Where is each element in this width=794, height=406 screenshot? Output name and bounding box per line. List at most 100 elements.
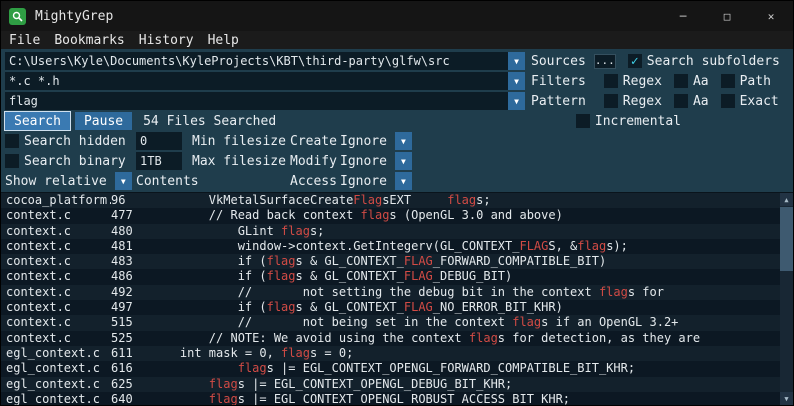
search-mode-dropdown[interactable]: Contents	[136, 174, 186, 189]
match-highlight: flag	[267, 300, 296, 314]
window-controls: ─ □ ✕	[661, 1, 793, 31]
modify-filter-dropdown[interactable]: Ignore ▼	[340, 152, 789, 170]
match-highlight: FLAG	[404, 269, 433, 283]
minimize-button[interactable]: ─	[661, 1, 705, 31]
result-code: window->context.GetIntegerv(GL_CONTEXT_F…	[151, 239, 793, 254]
menu-file[interactable]: File	[9, 33, 40, 48]
result-file: egl_context.c	[1, 377, 111, 392]
result-row[interactable]: egl_context.c611 int mask = 0, flags = 0…	[1, 346, 793, 361]
scroll-down-button[interactable]: ▼	[780, 392, 793, 405]
files-searched-status: 54 Files Searched	[143, 114, 276, 129]
pattern-row: ▼ Pattern Regex Aa Exact	[5, 92, 789, 110]
filters-regex-checkbox[interactable]	[604, 74, 618, 88]
menu-bar: File Bookmarks History Help	[1, 31, 793, 49]
match-highlight: flag	[512, 315, 541, 329]
result-line-number: 497	[111, 300, 151, 315]
result-file: context.c	[1, 254, 111, 269]
result-row[interactable]: context.c486 if (flags & GL_CONTEXT_FLAG…	[1, 269, 793, 284]
result-row[interactable]: egl_context.c625 flags |= EGL_CONTEXT_OP…	[1, 377, 793, 392]
path-display-dropdown-arrow-icon[interactable]: ▼	[115, 172, 132, 190]
filters-dropdown-arrow-icon[interactable]: ▼	[508, 72, 525, 90]
pattern-exact-checkbox[interactable]	[721, 94, 735, 108]
result-line-number: 486	[111, 269, 151, 284]
sources-dropdown-arrow-icon[interactable]: ▼	[508, 52, 525, 70]
result-row[interactable]: egl_context.c616 flags |= EGL_CONTEXT_OP…	[1, 361, 793, 376]
display-options-row: Show relative ▼ Contents Access Ignore ▼	[5, 172, 789, 190]
filters-regex-label: Regex	[623, 74, 662, 89]
filters-input[interactable]	[5, 72, 508, 90]
results-list: cocoa_platform.h96 VkMetalSurfaceCreateF…	[1, 193, 793, 405]
match-highlight: flag	[447, 193, 476, 207]
result-row[interactable]: context.c492 // not setting the debug bi…	[1, 285, 793, 300]
max-filesize-label: Max filesize	[192, 154, 286, 169]
result-line-number: 96	[111, 193, 151, 208]
result-file: egl_context.c	[1, 346, 111, 361]
result-line-number: 515	[111, 315, 151, 330]
result-row[interactable]: context.c477 // Read back context flags …	[1, 208, 793, 223]
match-highlight: flag	[281, 224, 310, 238]
min-filesize-input[interactable]	[136, 132, 182, 150]
filters-path-label: Path	[740, 74, 771, 89]
result-line-number: 611	[111, 346, 151, 361]
browse-button[interactable]: ...	[594, 54, 616, 69]
path-display-dropdown[interactable]: Show relative ▼	[5, 172, 136, 190]
access-filter-dropdown[interactable]: Ignore ▼	[340, 172, 789, 190]
result-row[interactable]: context.c525 // NOTE: We avoid using the…	[1, 331, 793, 346]
menu-bookmarks[interactable]: Bookmarks	[54, 33, 124, 48]
result-line-number: 492	[111, 285, 151, 300]
modify-dropdown-arrow-icon[interactable]: ▼	[395, 152, 412, 170]
max-filesize-input[interactable]	[136, 152, 182, 170]
result-file: context.c	[1, 224, 111, 239]
result-code: VkMetalSurfaceCreateFlagsEXT flags;	[151, 193, 793, 208]
search-hidden-checkbox[interactable]	[5, 134, 19, 148]
match-highlight: flag	[209, 377, 238, 391]
result-file: egl_context.c	[1, 392, 111, 405]
result-code: flags |= EGL_CONTEXT_OPENGL_FORWARD_COMP…	[151, 361, 793, 376]
pattern-input[interactable]	[5, 92, 508, 110]
filters-regex-option: Regex	[604, 74, 662, 89]
result-code: // not being set in the context flags if…	[151, 315, 793, 330]
access-dropdown-arrow-icon[interactable]: ▼	[395, 172, 412, 190]
access-label: Access	[290, 174, 337, 189]
sources-input[interactable]	[5, 52, 508, 70]
results-scrollbar[interactable]: ▲ ▼	[780, 193, 793, 405]
search-button[interactable]: Search	[5, 112, 70, 130]
match-highlight: flag	[209, 392, 238, 405]
scrollbar-thumb[interactable]	[780, 207, 793, 271]
filters-path-checkbox[interactable]	[721, 74, 735, 88]
filters-case-checkbox[interactable]	[674, 74, 688, 88]
pattern-case-label: Aa	[693, 94, 709, 109]
scroll-up-button[interactable]: ▲	[780, 193, 793, 206]
incremental-checkbox[interactable]	[576, 114, 590, 128]
search-subfolders-label: Search subfolders	[647, 54, 780, 69]
result-row[interactable]: context.c497 if (flags & GL_CONTEXT_FLAG…	[1, 300, 793, 315]
pattern-case-checkbox[interactable]	[674, 94, 688, 108]
result-line-number: 616	[111, 361, 151, 376]
match-highlight: Flag	[353, 193, 382, 207]
result-file: context.c	[1, 285, 111, 300]
search-subfolders-checkbox[interactable]: ✓	[628, 54, 642, 68]
create-filter-dropdown[interactable]: Ignore ▼	[340, 132, 789, 150]
result-row[interactable]: context.c481 window->context.GetIntegerv…	[1, 239, 793, 254]
mightygrep-window: MightyGrep ─ □ ✕ File Bookmarks History …	[0, 0, 794, 406]
result-line-number: 525	[111, 331, 151, 346]
pause-button[interactable]: Pause	[75, 112, 132, 130]
match-highlight: flag	[281, 346, 310, 360]
search-binary-checkbox[interactable]	[5, 154, 19, 168]
create-dropdown-arrow-icon[interactable]: ▼	[395, 132, 412, 150]
pattern-label: Pattern	[531, 94, 586, 109]
menu-history[interactable]: History	[139, 33, 194, 48]
title-bar[interactable]: MightyGrep ─ □ ✕	[1, 1, 793, 31]
result-row[interactable]: context.c480 GLint flags;	[1, 224, 793, 239]
result-row[interactable]: cocoa_platform.h96 VkMetalSurfaceCreateF…	[1, 193, 793, 208]
pattern-dropdown-arrow-icon[interactable]: ▼	[508, 92, 525, 110]
result-row[interactable]: context.c483 if (flags & GL_CONTEXT_FLAG…	[1, 254, 793, 269]
result-row[interactable]: context.c515 // not being set in the con…	[1, 315, 793, 330]
result-row[interactable]: egl_context.c640 flags |= EGL_CONTEXT_OP…	[1, 392, 793, 405]
search-subfolders-option: ✓ Search subfolders	[628, 54, 780, 69]
maximize-button[interactable]: □	[705, 1, 749, 31]
menu-help[interactable]: Help	[208, 33, 239, 48]
pattern-regex-checkbox[interactable]	[604, 94, 618, 108]
close-button[interactable]: ✕	[749, 1, 793, 31]
result-line-number: 480	[111, 224, 151, 239]
